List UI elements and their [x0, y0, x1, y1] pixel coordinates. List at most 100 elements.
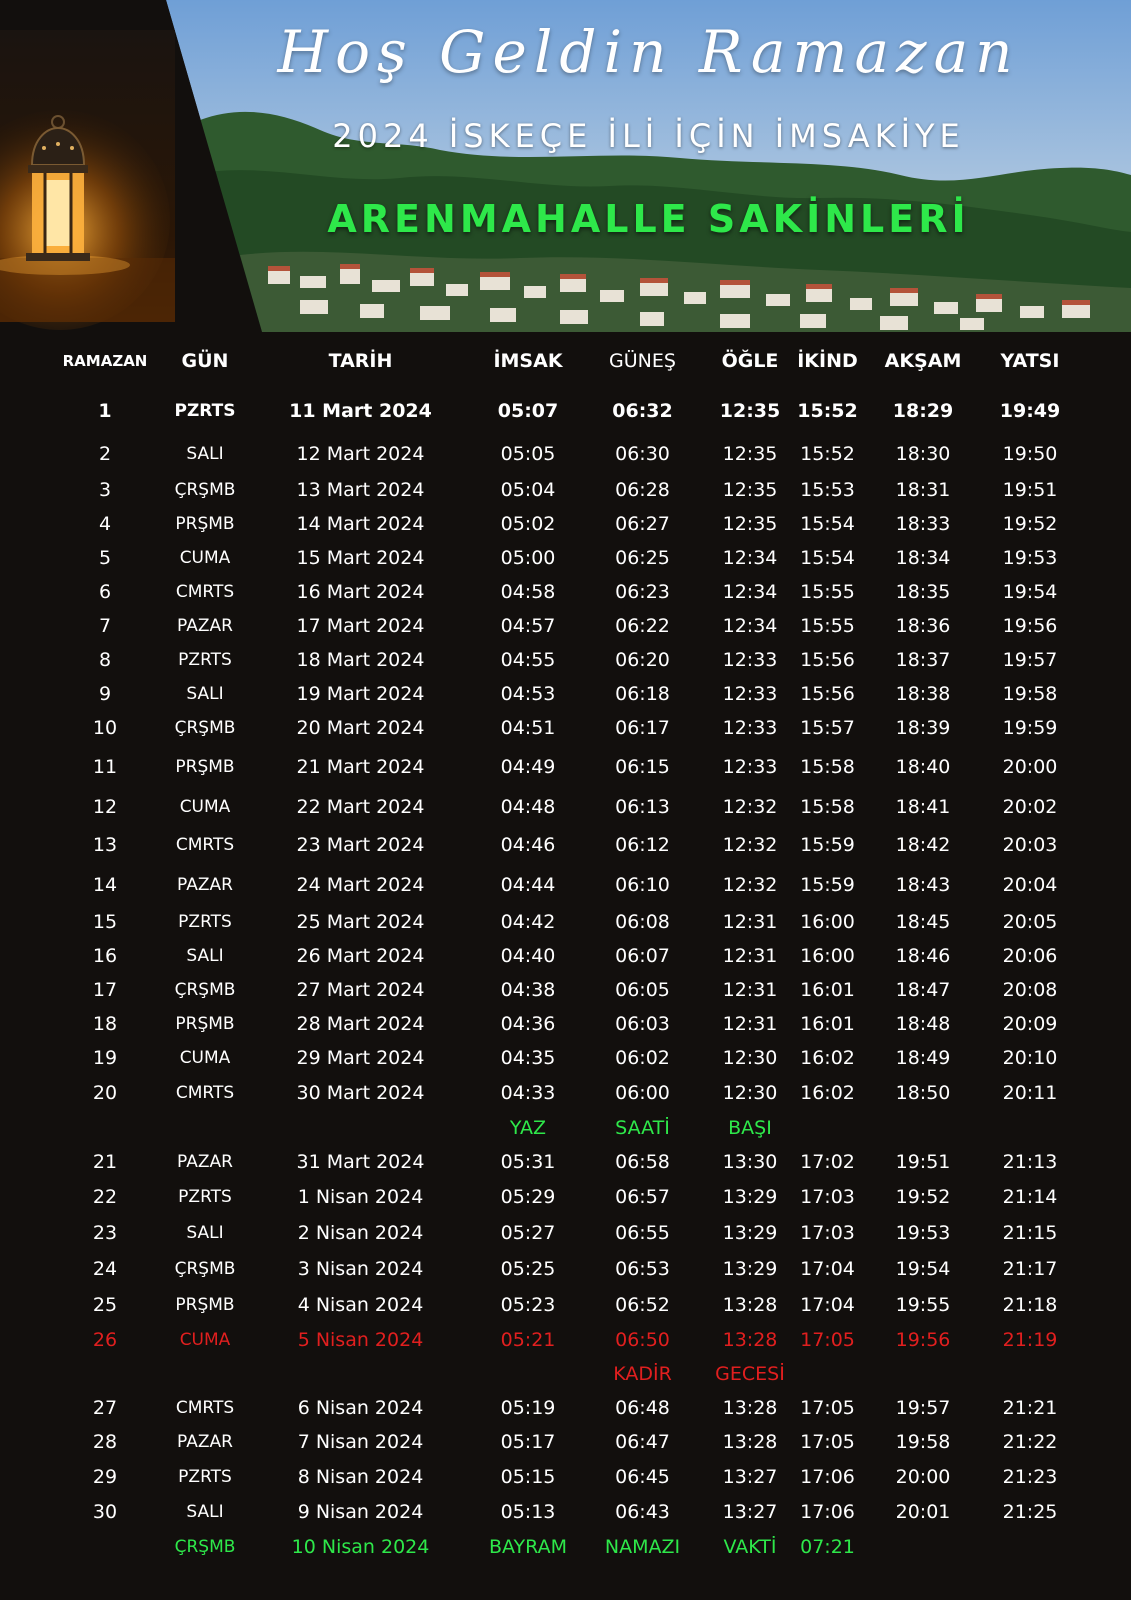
- cell-gunes: 06:48: [615, 1397, 670, 1419]
- column-header-gunes: GÜNEŞ: [609, 350, 676, 372]
- cell-ramazan: 16: [92, 945, 118, 967]
- cell-ikindi: 15:56: [800, 649, 855, 671]
- cell-imsak: 05:04: [500, 479, 556, 501]
- cell-gunes: 06:05: [615, 979, 670, 1001]
- table-row: 10 ÇRŞMB 20 Mart 2024 04:51 06:17 12:33 15:57 1…: [0, 711, 1131, 745]
- cell-imsak: YAZ: [509, 1117, 547, 1139]
- cell-imsak: 05:05: [500, 443, 556, 465]
- cell-gun: CUMA: [179, 1330, 231, 1350]
- cell-tarih: 2 Nisan 2024: [297, 1222, 424, 1244]
- cell-ramazan: 30: [92, 1501, 118, 1523]
- cell-gunes: 06:58: [615, 1151, 670, 1173]
- cell-ikindi: 17:03: [800, 1186, 855, 1208]
- cell-yatsi: 21:19: [1002, 1329, 1058, 1351]
- cell-gunes: 06:57: [615, 1186, 670, 1208]
- cell-tarih: 6 Nisan 2024: [297, 1397, 424, 1419]
- cell-ogle: 12:30: [722, 1047, 778, 1069]
- cell-ikindi: 15:55: [800, 581, 855, 603]
- cell-tarih: 26 Mart 2024: [296, 945, 425, 967]
- cell-imsak: 04:44: [500, 874, 556, 896]
- cell-ramazan: 15: [92, 911, 118, 933]
- cell-tarih: 9 Nisan 2024: [297, 1501, 424, 1523]
- table-row: 26 CUMA 5 Nisan 2024 05:21 06:50 13:28 17:05 19…: [0, 1323, 1131, 1357]
- cell-yatsi: 20:08: [1002, 979, 1058, 1001]
- cell-tarih: 4 Nisan 2024: [297, 1294, 424, 1316]
- title-imsakiye: 2024 İSKEÇE İLİ İÇİN İMSAKİYE: [332, 117, 965, 155]
- cell-aksam: [868, 1357, 978, 1391]
- cell-ogle: 12:33: [722, 756, 778, 778]
- column-header-imsak: İMSAK: [493, 350, 563, 372]
- cell-aksam: 18:48: [895, 1013, 951, 1035]
- cell-imsak: 05:02: [500, 513, 556, 535]
- cell-tarih: [268, 1111, 453, 1145]
- cell-imsak: 04:55: [500, 649, 556, 671]
- cell-ikindi: 15:52: [797, 400, 858, 422]
- cell-ikindi: 15:54: [800, 513, 855, 535]
- cell-tarih: 27 Mart 2024: [296, 979, 425, 1001]
- cell-aksam: 18:46: [895, 945, 951, 967]
- cell-ogle: 13:28: [722, 1294, 778, 1316]
- title-hos-geldin-ramazan: Hoş Geldin Ramazan: [277, 18, 1020, 86]
- cell-ogle: 12:33: [722, 683, 778, 705]
- cell-gunes: 06:18: [615, 683, 670, 705]
- cell-gunes: 06:20: [615, 649, 670, 671]
- cell-ogle: 12:32: [722, 796, 778, 818]
- cell-gun: PAZAR: [177, 616, 233, 636]
- cell-tarih: 22 Mart 2024: [296, 796, 425, 818]
- cell-tarih: 29 Mart 2024: [296, 1047, 425, 1069]
- table-row: 27 CMRTS 6 Nisan 2024 05:19 06:48 13:28 17:05 1…: [0, 1391, 1131, 1425]
- cell-ogle: 12:32: [722, 834, 778, 856]
- cell-aksam: 18:34: [895, 547, 951, 569]
- cell-tarih: 16 Mart 2024: [296, 581, 425, 603]
- cell-yatsi: [975, 1111, 1085, 1145]
- cell-gunes: 06:02: [615, 1047, 670, 1069]
- cell-tarih: 23 Mart 2024: [296, 834, 425, 856]
- cell-gun: CUMA: [179, 797, 231, 817]
- cell-yatsi: 19:54: [1002, 581, 1058, 603]
- cell-imsak: 05:17: [500, 1431, 556, 1453]
- cell-ramazan: 8: [98, 649, 112, 671]
- cell-ramazan: 17: [92, 979, 118, 1001]
- cell-tarih: [268, 1357, 453, 1391]
- cell-gunes: 06:30: [615, 443, 670, 465]
- cell-yatsi: 20:09: [1002, 1013, 1058, 1035]
- table-row: 8 PZRTS 18 Mart 2024 04:55 06:20 12:33 15:56 18…: [0, 643, 1131, 677]
- cell-ikindi: 16:01: [800, 1013, 855, 1035]
- cell-ogle: 12:31: [722, 911, 778, 933]
- cell-ikindi: 17:05: [800, 1329, 855, 1351]
- cell-ramazan: 13: [92, 834, 118, 856]
- table-row: 25 PRŞMB 4 Nisan 2024 05:23 06:52 13:28 17:04 1…: [0, 1287, 1131, 1323]
- cell-ogle: BAŞI: [728, 1117, 772, 1139]
- cell-ikindi: 17:06: [800, 1501, 855, 1523]
- cell-aksam: 18:41: [895, 796, 951, 818]
- cell-gunes: 06:52: [615, 1294, 670, 1316]
- cell-ogle: 12:31: [722, 945, 778, 967]
- cell-imsak: 04:40: [500, 945, 556, 967]
- cell-gun: SALI: [186, 946, 224, 966]
- cell-tarih: 25 Mart 2024: [296, 911, 425, 933]
- cell-imsak: 04:53: [500, 683, 556, 705]
- cell-tarih: 5 Nisan 2024: [297, 1329, 424, 1351]
- cell-aksam: 19:54: [895, 1258, 951, 1280]
- lantern-photo: [0, 30, 175, 330]
- table-row: 12 CUMA 22 Mart 2024 04:48 06:13 12:32 15:58 18…: [0, 789, 1131, 825]
- cell-gunes: 06:43: [615, 1501, 670, 1523]
- cell-gunes: 06:27: [615, 513, 670, 535]
- cell-ogle: 13:29: [722, 1222, 778, 1244]
- cell-aksam: 18:37: [895, 649, 951, 671]
- cell-aksam: 18:29: [892, 400, 954, 422]
- cell-aksam: 19:58: [895, 1431, 951, 1453]
- cell-ramazan: 26: [92, 1329, 118, 1351]
- cell-ogle: 12:33: [722, 717, 778, 739]
- cell-imsak: 04:51: [500, 717, 556, 739]
- cell-ikindi: [790, 1111, 865, 1145]
- cell-aksam: 20:01: [895, 1501, 951, 1523]
- cell-ramazan: 10: [92, 717, 118, 739]
- cell-gun: PZRTS: [178, 1187, 232, 1207]
- cell-aksam: 18:31: [895, 479, 951, 501]
- cell-imsak: 05:23: [500, 1294, 556, 1316]
- cell-aksam: 20:00: [895, 1466, 951, 1488]
- cell-ogle: 12:35: [722, 479, 778, 501]
- cell-ramazan: 2: [98, 443, 112, 465]
- cell-yatsi: 19:53: [1002, 547, 1058, 569]
